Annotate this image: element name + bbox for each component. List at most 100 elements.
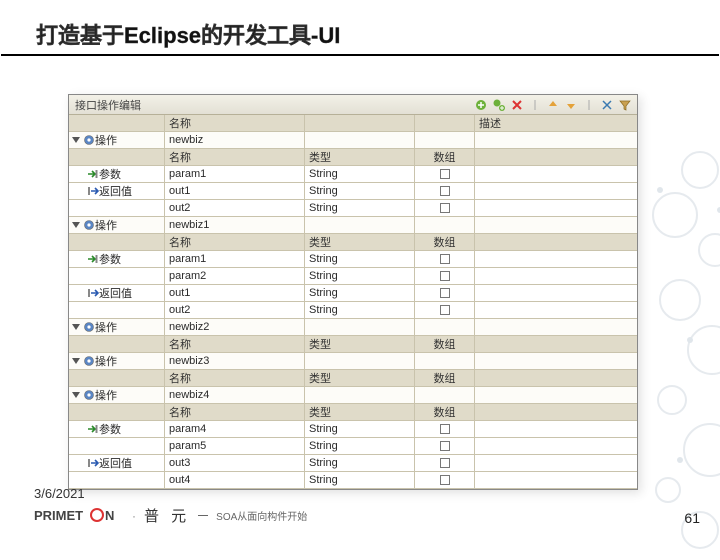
refresh-icon[interactable]	[599, 97, 615, 113]
param-icon	[87, 423, 99, 435]
return-row[interactable]: 返回值 out1 String	[69, 285, 637, 302]
param-icon	[87, 168, 99, 180]
param-row[interactable]: 参数 param1 String	[69, 251, 637, 268]
operation-row[interactable]: 操作 newbiz4	[69, 387, 637, 404]
brand-tag: SOA从面向构件开始	[216, 508, 307, 523]
return-icon	[87, 457, 99, 469]
cell-type[interactable]: String	[305, 438, 415, 454]
array-checkbox[interactable]	[440, 271, 450, 281]
cell-name[interactable]: out1	[165, 183, 305, 199]
array-checkbox[interactable]	[440, 475, 450, 485]
gear-icon	[83, 219, 95, 231]
return-row[interactable]: 返回值 out1 String	[69, 183, 637, 200]
add-child-icon[interactable]	[491, 97, 507, 113]
expand-icon[interactable]	[72, 392, 80, 398]
cell-name[interactable]: out2	[165, 200, 305, 216]
filter-icon[interactable]	[617, 97, 633, 113]
brand-row: PRIMET N · 普 元 SOA从面向构件开始	[34, 505, 307, 526]
sub-header-row: 名称 类型数组	[69, 370, 637, 387]
sub-header-row: 名称 类型数组	[69, 336, 637, 353]
array-checkbox[interactable]	[440, 305, 450, 315]
slide-title: 打造基于Eclipse的开发工具-UI	[0, 0, 720, 50]
cell-type[interactable]: String	[305, 268, 415, 284]
operation-row[interactable]: 操作 newbiz	[69, 132, 637, 149]
param-icon	[87, 253, 99, 265]
op-name[interactable]: newbiz2	[165, 319, 305, 335]
op-label: 操作	[95, 217, 117, 233]
operation-row[interactable]: 操作 newbiz3	[69, 353, 637, 370]
return-icon	[87, 287, 99, 299]
title-rule	[1, 54, 719, 56]
cell-name[interactable]: param4	[165, 421, 305, 437]
svg-text:N: N	[105, 508, 114, 523]
op-label: 操作	[95, 319, 117, 335]
cell-name[interactable]: param1	[165, 166, 305, 182]
expand-icon[interactable]	[72, 137, 80, 143]
return-row[interactable]: out2 String	[69, 200, 637, 217]
gear-icon	[83, 134, 95, 146]
cell-type[interactable]: String	[305, 183, 415, 199]
param-row[interactable]: 参数 param4 String	[69, 421, 637, 438]
cell-name[interactable]: out2	[165, 302, 305, 318]
svg-text:PRIMET: PRIMET	[34, 508, 83, 523]
array-checkbox[interactable]	[440, 254, 450, 264]
gear-icon	[83, 389, 95, 401]
sub-header-row: 名称 类型数组	[69, 404, 637, 421]
param-row[interactable]: param5 String	[69, 438, 637, 455]
op-label: 操作	[95, 132, 117, 148]
primeton-logo: PRIMET N	[34, 507, 124, 525]
eclipse-panel: 接口操作编辑 名称 描述 操作 newbiz 名称 类型数组 参数 param1…	[68, 94, 638, 490]
separator	[527, 97, 543, 113]
expand-icon[interactable]	[72, 324, 80, 330]
array-checkbox[interactable]	[440, 424, 450, 434]
gear-icon	[83, 355, 95, 367]
up-icon[interactable]	[545, 97, 561, 113]
operation-row[interactable]: 操作 newbiz2	[69, 319, 637, 336]
op-label: 操作	[95, 387, 117, 403]
operation-row[interactable]: 操作 newbiz1	[69, 217, 637, 234]
array-checkbox[interactable]	[440, 458, 450, 468]
cell-type[interactable]: String	[305, 455, 415, 471]
brand-cn: 普 元	[144, 505, 190, 526]
op-name[interactable]: newbiz1	[165, 217, 305, 233]
slide-date: 3/6/2021	[34, 486, 307, 501]
op-name[interactable]: newbiz4	[165, 387, 305, 403]
cell-name[interactable]: out1	[165, 285, 305, 301]
sub-header-row: 名称 类型数组	[69, 234, 637, 251]
cell-name[interactable]: param1	[165, 251, 305, 267]
cell-type[interactable]: String	[305, 251, 415, 267]
op-name[interactable]: newbiz	[165, 132, 305, 148]
return-row[interactable]: out2 String	[69, 302, 637, 319]
header-row: 名称 描述	[69, 115, 637, 132]
page-number: 61	[684, 510, 700, 526]
cell-type[interactable]: String	[305, 421, 415, 437]
array-checkbox[interactable]	[440, 169, 450, 179]
expand-icon[interactable]	[72, 222, 80, 228]
op-label: 操作	[95, 353, 117, 369]
footer: 3/6/2021 PRIMET N · 普 元 SOA从面向构件开始 61	[34, 486, 700, 526]
cell-name[interactable]: param5	[165, 438, 305, 454]
return-icon	[87, 185, 99, 197]
array-checkbox[interactable]	[440, 186, 450, 196]
return-row[interactable]: 返回值 out3 String	[69, 455, 637, 472]
cell-type[interactable]: String	[305, 200, 415, 216]
separator	[581, 97, 597, 113]
down-icon[interactable]	[563, 97, 579, 113]
cell-name[interactable]: param2	[165, 268, 305, 284]
array-checkbox[interactable]	[440, 441, 450, 451]
param-row[interactable]: 参数 param1 String	[69, 166, 637, 183]
cell-name[interactable]: out3	[165, 455, 305, 471]
param-row[interactable]: param2 String	[69, 268, 637, 285]
tree-table[interactable]: 名称 描述 操作 newbiz 名称 类型数组 参数 param1 String…	[69, 115, 637, 489]
array-checkbox[interactable]	[440, 203, 450, 213]
delete-icon[interactable]	[509, 97, 525, 113]
expand-icon[interactable]	[72, 358, 80, 364]
panel-title: 接口操作编辑	[75, 97, 473, 113]
array-checkbox[interactable]	[440, 288, 450, 298]
cell-type[interactable]: String	[305, 166, 415, 182]
op-name[interactable]: newbiz3	[165, 353, 305, 369]
cell-type[interactable]: String	[305, 302, 415, 318]
cell-type[interactable]: String	[305, 285, 415, 301]
panel-header: 接口操作编辑	[69, 95, 637, 115]
add-icon[interactable]	[473, 97, 489, 113]
